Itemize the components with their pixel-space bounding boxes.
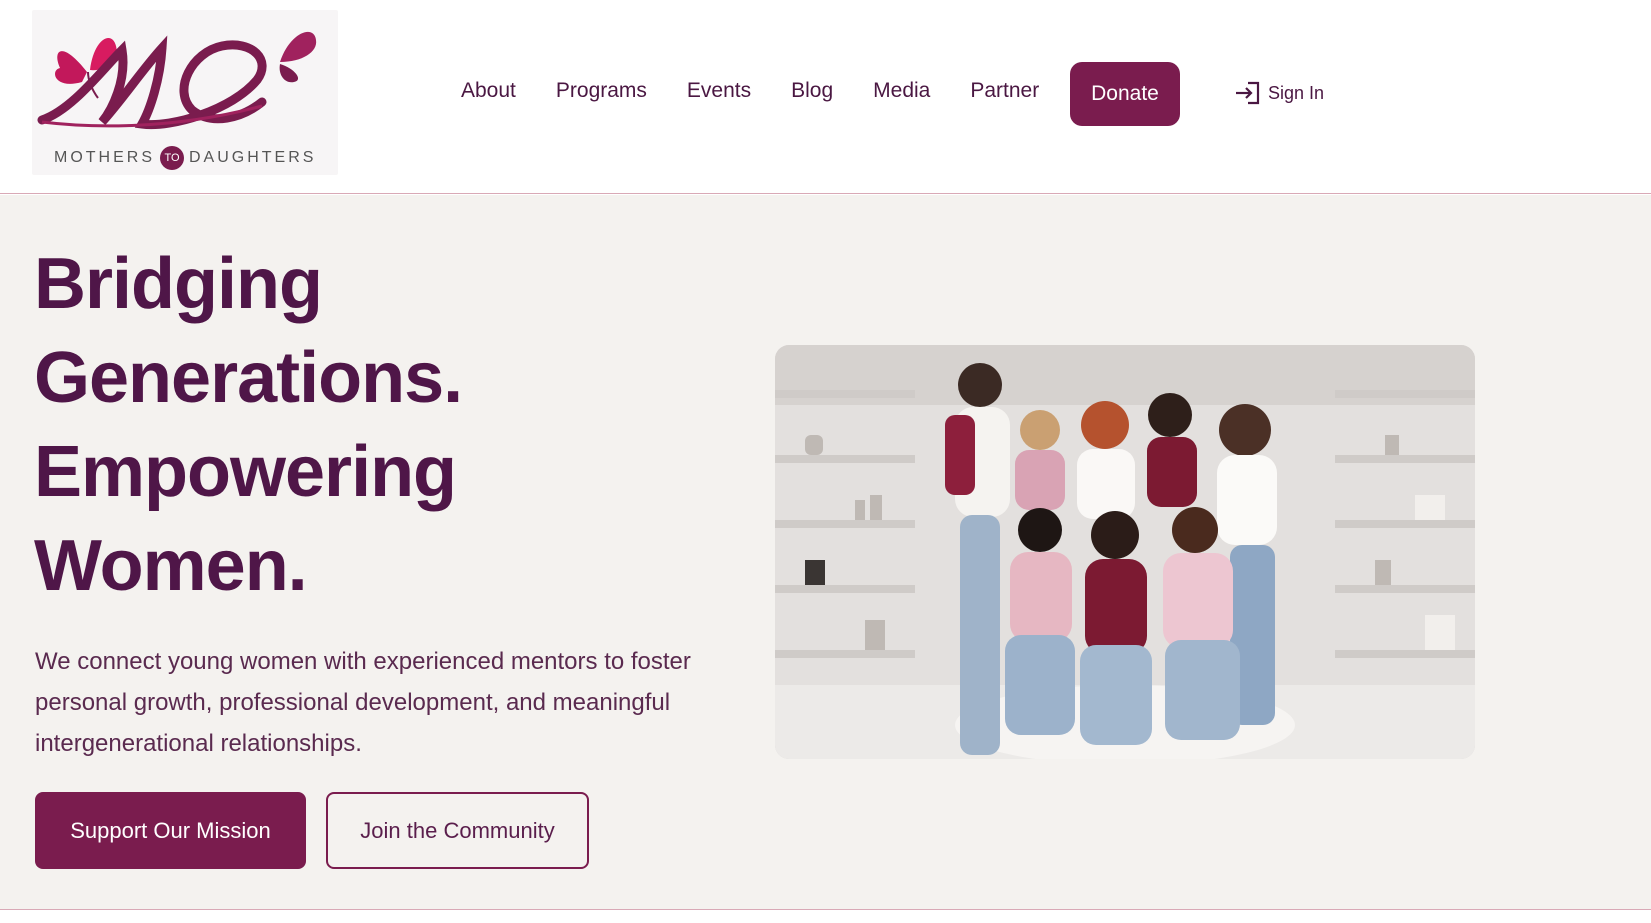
nav-about[interactable]: About	[461, 79, 516, 103]
site-header: MOTHERS TO DAUGHTERS About Programs Even…	[0, 0, 1651, 194]
join-the-community-button[interactable]: Join the Community	[326, 792, 589, 869]
nav-programs[interactable]: Programs	[556, 79, 647, 103]
hero-section: Bridging Generations. Empowering Women. …	[0, 195, 1651, 910]
headline-line-2: Generations.	[34, 338, 463, 418]
donate-button[interactable]: Donate	[1070, 62, 1180, 126]
headline-line-3: Empowering	[34, 432, 457, 512]
logo-word-mothers: MOTHERS	[54, 149, 155, 166]
hero-group-photo	[775, 345, 1475, 759]
logo-word-daughters: DAUGHTERS	[189, 149, 317, 166]
nav-partner[interactable]: Partner	[970, 79, 1039, 103]
sign-in-icon	[1236, 81, 1260, 105]
headline-line-4: Women.	[34, 526, 308, 606]
main-nav: About Programs Events Blog Media Partner	[461, 79, 1079, 103]
headline-line-1: Bridging	[34, 244, 323, 324]
logo-word-to: TO	[160, 146, 184, 170]
nav-events[interactable]: Events	[687, 79, 751, 103]
nav-blog[interactable]: Blog	[791, 79, 833, 103]
hero-headline: Bridging Generations. Empowering Women.	[34, 237, 674, 613]
page-bottom-strip	[0, 910, 1651, 923]
sign-in-link[interactable]: Sign In	[1234, 80, 1324, 106]
sign-in-label: Sign In	[1268, 82, 1325, 103]
hero-description: We connect young women with experienced …	[35, 648, 691, 757]
logo-wordmark: MOTHERS TO DAUGHTERS	[54, 146, 316, 170]
mothers-to-daughters-logo[interactable]: MOTHERS TO DAUGHTERS	[32, 10, 338, 175]
butterfly-icon-right	[279, 31, 317, 83]
support-our-mission-button[interactable]: Support Our Mission	[35, 792, 306, 869]
nav-media[interactable]: Media	[873, 79, 930, 103]
